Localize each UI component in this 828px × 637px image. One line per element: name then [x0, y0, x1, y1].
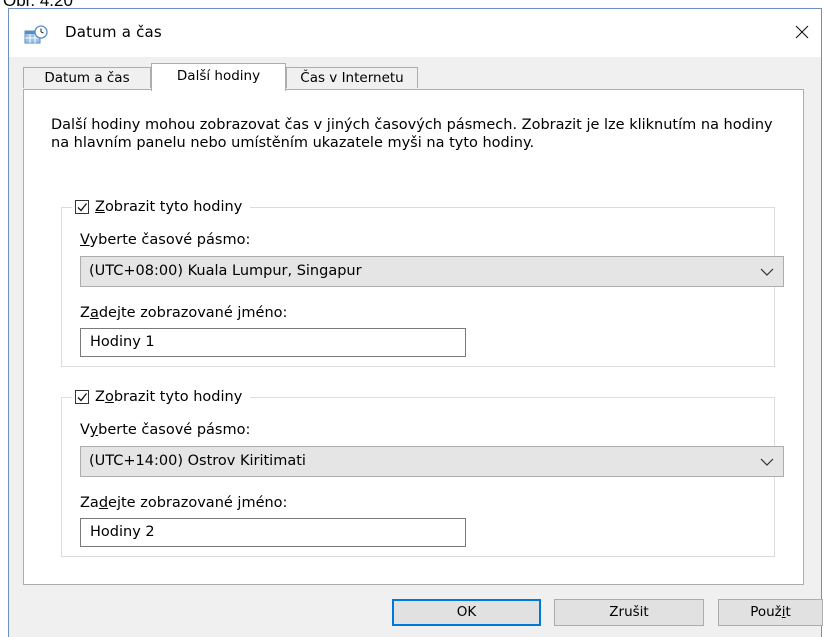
window-title: Datum a čas [65, 23, 162, 41]
clock-2-name-label: Zadejte zobrazované jméno: [80, 495, 288, 511]
intro-text: Další hodiny mohou zobrazovat čas v jiný… [51, 117, 773, 151]
checkmark-icon [77, 393, 88, 402]
clock-2-timezone-label: Vyberte časové pásmo: [80, 422, 251, 438]
date-time-dialog: Datum a čas Datum a čas Další hodiny Čas… [8, 8, 823, 637]
tab-additional-clocks[interactable]: Další hodiny [151, 63, 286, 91]
clock-2-name-input[interactable]: Hodiny 2 [80, 518, 466, 547]
date-time-app-icon [24, 25, 48, 45]
clock-group-1: Zobrazit tyto hodiny Vyberte časové pásm… [61, 197, 784, 367]
cancel-button[interactable]: Zrušit [554, 599, 704, 626]
clock-1-timezone-value: (UTC+08:00) Kuala Lumpur, Singapur [89, 263, 362, 279]
clock-1-timezone-label: Vyberte časové pásmo: [80, 232, 251, 248]
clock-1-name-input[interactable]: Hodiny 1 [80, 328, 466, 357]
clock-1-show-label: Zobrazit tyto hodiny [95, 199, 243, 215]
close-button[interactable] [785, 15, 819, 49]
clock-2-show-label: Zobrazit tyto hodiny [95, 389, 243, 405]
clock-2-timezone-dropdown[interactable]: (UTC+14:00) Ostrov Kiritimati [80, 446, 784, 477]
chevron-down-icon [760, 458, 774, 466]
clock-2-timezone-value: (UTC+14:00) Ostrov Kiritimati [89, 453, 306, 469]
clock-2-checkbox[interactable] [75, 390, 89, 404]
clock-1-checkbox[interactable] [75, 200, 89, 214]
tab-date-time[interactable]: Datum a čas [23, 67, 151, 88]
ok-button[interactable]: OK [392, 599, 541, 626]
apply-button[interactable]: Použit [718, 599, 823, 626]
clock-1-timezone-dropdown[interactable]: (UTC+08:00) Kuala Lumpur, Singapur [80, 256, 784, 287]
clock-group-2: Zobrazit tyto hodiny Vyberte časové pásm… [61, 387, 784, 557]
dialog-client-area: Datum a čas Další hodiny Čas v Internetu… [9, 57, 823, 637]
clock-1-show-option[interactable]: Zobrazit tyto hodiny [72, 197, 251, 217]
clock-2-show-option[interactable]: Zobrazit tyto hodiny [72, 387, 251, 407]
clock-1-name-label: Zadejte zobrazované jméno: [80, 305, 288, 321]
chevron-down-icon [760, 268, 774, 276]
title-bar: Datum a čas [9, 9, 821, 57]
tab-internet-time[interactable]: Čas v Internetu [286, 67, 418, 88]
close-icon [795, 25, 809, 39]
additional-clocks-panel: Další hodiny mohou zobrazovat čas v jiný… [23, 89, 804, 585]
checkmark-icon [77, 203, 88, 212]
